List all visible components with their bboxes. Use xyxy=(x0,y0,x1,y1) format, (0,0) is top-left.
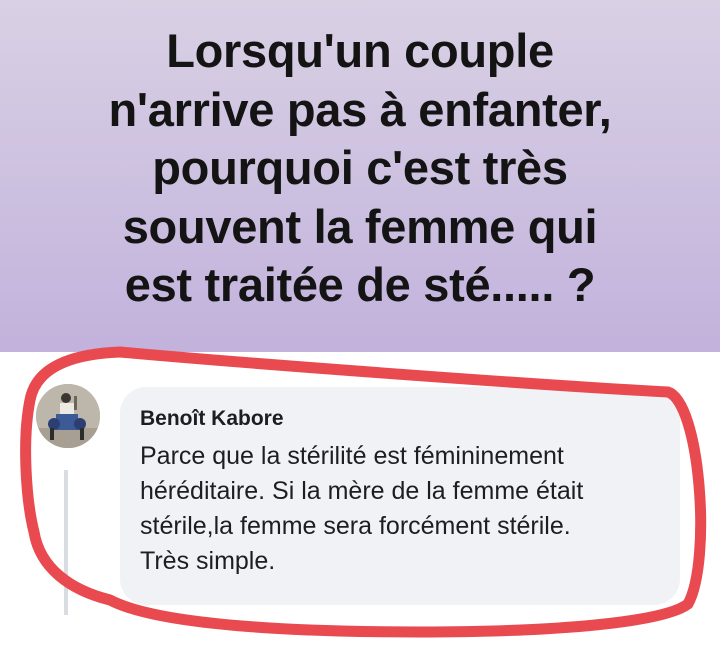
comment-line: stérile,la femme sera forcément stérile. xyxy=(140,512,571,540)
question-line: est traitée de sté..... ? xyxy=(124,258,596,311)
comment-text: Parce que la stérilité est fémininement … xyxy=(140,439,676,579)
comment-line: héréditaire. Si la mère de la femme étai… xyxy=(140,477,584,505)
question-line: n'arrive pas à enfanter, xyxy=(108,82,612,136)
question-line: souvent la femme qui xyxy=(122,199,598,253)
question-line: pourquoi c'est très xyxy=(152,141,568,194)
thread-line xyxy=(64,470,68,615)
comment-author-name[interactable]: Benoît Kabore xyxy=(140,407,284,431)
avatar[interactable] xyxy=(36,384,100,448)
post-banner: Lorsqu'un couple n'arrive pas à enfanter… xyxy=(0,0,720,352)
post-question-text: Lorsqu'un couple n'arrive pas à enfanter… xyxy=(60,22,660,315)
avatar-image xyxy=(36,384,100,448)
question-line: Lorsqu'un couple xyxy=(166,24,554,77)
comment-line: Parce que la stérilité est fémininement xyxy=(140,442,564,470)
comment-line: Très simple. xyxy=(140,547,276,575)
